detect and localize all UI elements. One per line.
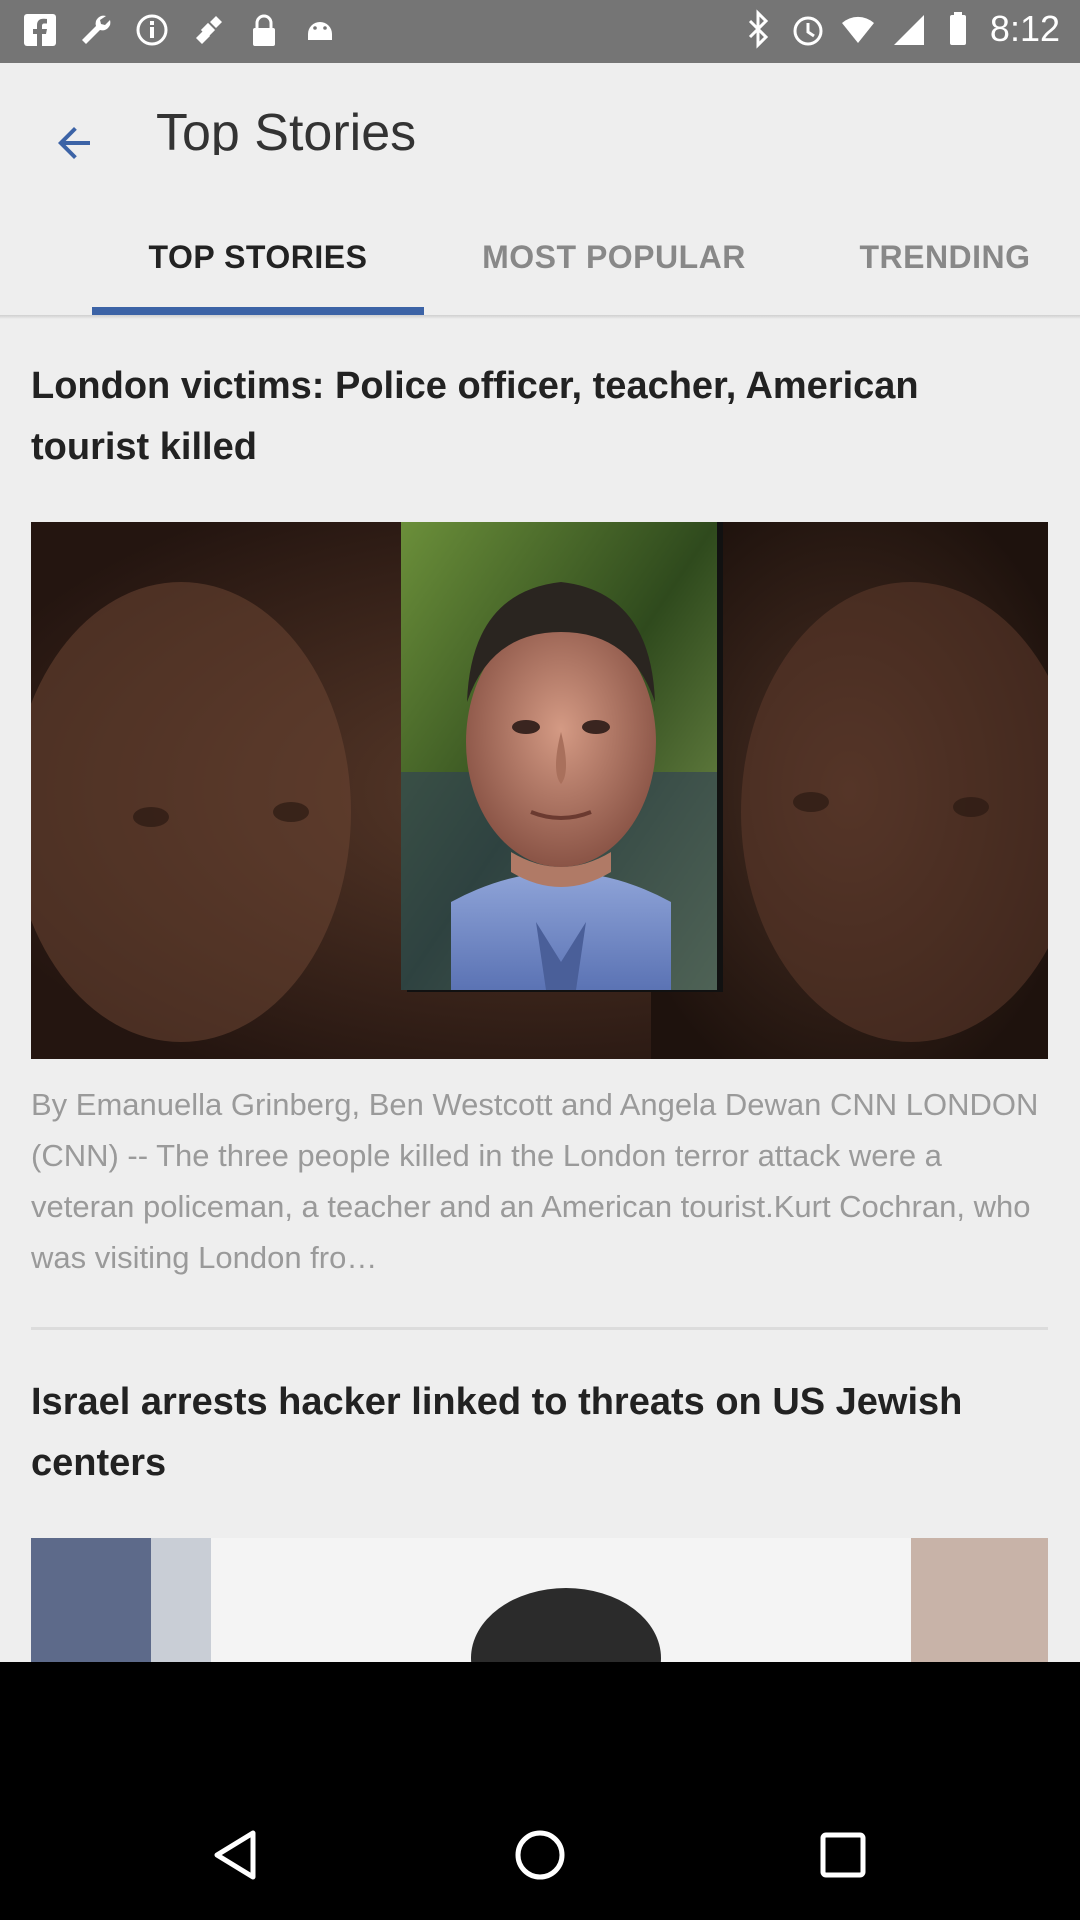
info-icon [132, 10, 172, 50]
status-icons-left [20, 10, 340, 50]
app-bar-shadow [0, 315, 1080, 319]
status-icons-right: 8:12 [740, 8, 1060, 50]
tab-bar: TOP STORIES MOST POPULAR TRENDING [0, 239, 1080, 315]
nav-recents-button[interactable] [803, 1815, 883, 1895]
alarm-icon [793, 16, 823, 46]
nav-back-button[interactable] [197, 1815, 277, 1895]
battery-icon [949, 12, 966, 45]
tab-label: MOST POPULAR [482, 239, 746, 275]
article-divider [31, 1327, 1048, 1330]
back-arrow-icon [58, 127, 90, 159]
story-list[interactable]: London victims: Police officer, teacher,… [0, 320, 1080, 1662]
tab-label: TOP STORIES [148, 239, 368, 275]
square-recents-icon [820, 1832, 866, 1878]
wrench-icon [76, 10, 116, 50]
page-title: Top Stories [156, 104, 417, 155]
android-icon [300, 10, 340, 50]
tab-trending[interactable]: TRENDING [830, 239, 1060, 315]
tab-indicator [92, 307, 424, 315]
article-image[interactable] [31, 522, 1048, 1059]
article-image[interactable] [31, 1538, 1048, 1662]
tab-top-stories[interactable]: TOP STORIES [92, 239, 424, 315]
hacker-photo [31, 1538, 1048, 1662]
circle-home-icon [515, 1830, 565, 1880]
tab-most-popular[interactable]: MOST POPULAR [440, 239, 788, 315]
status-time: 8:12 [989, 8, 1060, 49]
wifi-icon [841, 16, 874, 43]
back-button[interactable] [42, 111, 106, 175]
tab-label: TRENDING [859, 239, 1031, 275]
signal-icon [893, 15, 924, 45]
article-headline[interactable]: London victims: Police officer, teacher,… [31, 356, 1041, 478]
triangle-back-icon [214, 1830, 256, 1880]
app-bar: Top Stories TOP STORIES MOST POPULAR TRE… [0, 63, 1080, 315]
status-bar: 8:12 [0, 0, 1080, 63]
police-officer-photo [31, 522, 1048, 1059]
fake-gps-icon [188, 10, 228, 50]
facebook-icon [20, 10, 60, 50]
lock-icon [244, 10, 284, 50]
article-summary[interactable]: By Emanuella Grinberg, Ben Westcott and … [31, 1079, 1047, 1283]
article-headline[interactable]: Israel arrests hacker linked to threats … [31, 1372, 1041, 1494]
nav-home-button[interactable] [500, 1815, 580, 1895]
bluetooth-icon [748, 9, 769, 49]
